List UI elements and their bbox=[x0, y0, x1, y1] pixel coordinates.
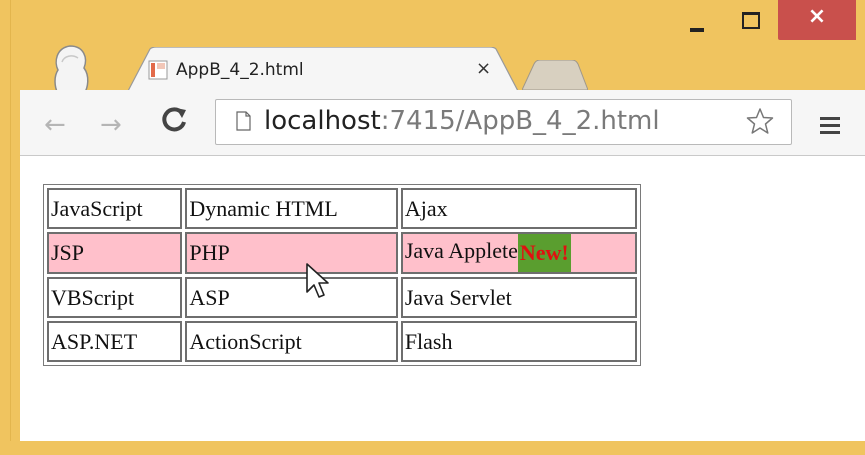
url-path: :7415/AppB_4_2.html bbox=[380, 106, 660, 136]
profile-avatar-icon[interactable] bbox=[50, 42, 92, 96]
table-cell: Ajax bbox=[400, 188, 637, 229]
back-arrow-icon[interactable]: ← bbox=[44, 110, 66, 140]
minimize-button[interactable] bbox=[660, 0, 720, 40]
table-cell: JavaScript bbox=[47, 188, 183, 229]
table-cell-text: Java Applete bbox=[404, 238, 518, 264]
table-cell: Dynamic HTML bbox=[185, 188, 398, 229]
reload-icon[interactable] bbox=[160, 104, 188, 134]
languages-table: JavaScript Dynamic HTML Ajax JSP PHP Jav… bbox=[43, 184, 641, 366]
maximize-icon bbox=[742, 12, 760, 29]
table-cell: ASP.NET bbox=[47, 321, 183, 362]
close-icon: × bbox=[807, 4, 827, 29]
page-icon bbox=[236, 111, 251, 131]
new-tab-button[interactable] bbox=[522, 60, 588, 90]
table-cell: VBScript bbox=[47, 277, 183, 318]
window-bottom-border bbox=[10, 441, 865, 455]
table-cell: Java Servlet bbox=[400, 277, 637, 318]
maximize-button[interactable] bbox=[720, 0, 778, 40]
table-cell: Flash bbox=[400, 321, 637, 362]
forward-arrow-icon[interactable]: → bbox=[100, 110, 122, 140]
table-row: VBScript ASP Java Servlet bbox=[47, 277, 637, 318]
bookmark-star-icon[interactable] bbox=[746, 107, 774, 135]
mouse-cursor-icon bbox=[306, 263, 329, 298]
table-cell: JSP bbox=[47, 232, 183, 274]
url-host: localhost bbox=[264, 106, 381, 136]
table-row: JavaScript Dynamic HTML Ajax bbox=[47, 188, 637, 229]
new-badge: New! bbox=[517, 234, 571, 272]
table-row: ASP.NET ActionScript Flash bbox=[47, 321, 637, 362]
html-file-icon bbox=[148, 60, 168, 80]
table-row-highlighted: JSP PHP Java AppleteNew! bbox=[47, 232, 637, 274]
tab-close-icon[interactable]: × bbox=[476, 58, 491, 79]
table-cell: ASP bbox=[185, 277, 398, 318]
url-text[interactable]: localhost:7415/AppB_4_2.html bbox=[264, 106, 660, 136]
table-cell: ActionScript bbox=[185, 321, 398, 362]
menu-icon[interactable] bbox=[820, 117, 840, 135]
close-window-button[interactable]: × bbox=[778, 0, 856, 40]
table-cell-with-badge: Java AppleteNew! bbox=[400, 232, 637, 274]
minimize-icon bbox=[690, 28, 704, 32]
tab-title: AppB_4_2.html bbox=[176, 60, 304, 80]
table-cell: PHP bbox=[185, 232, 398, 274]
